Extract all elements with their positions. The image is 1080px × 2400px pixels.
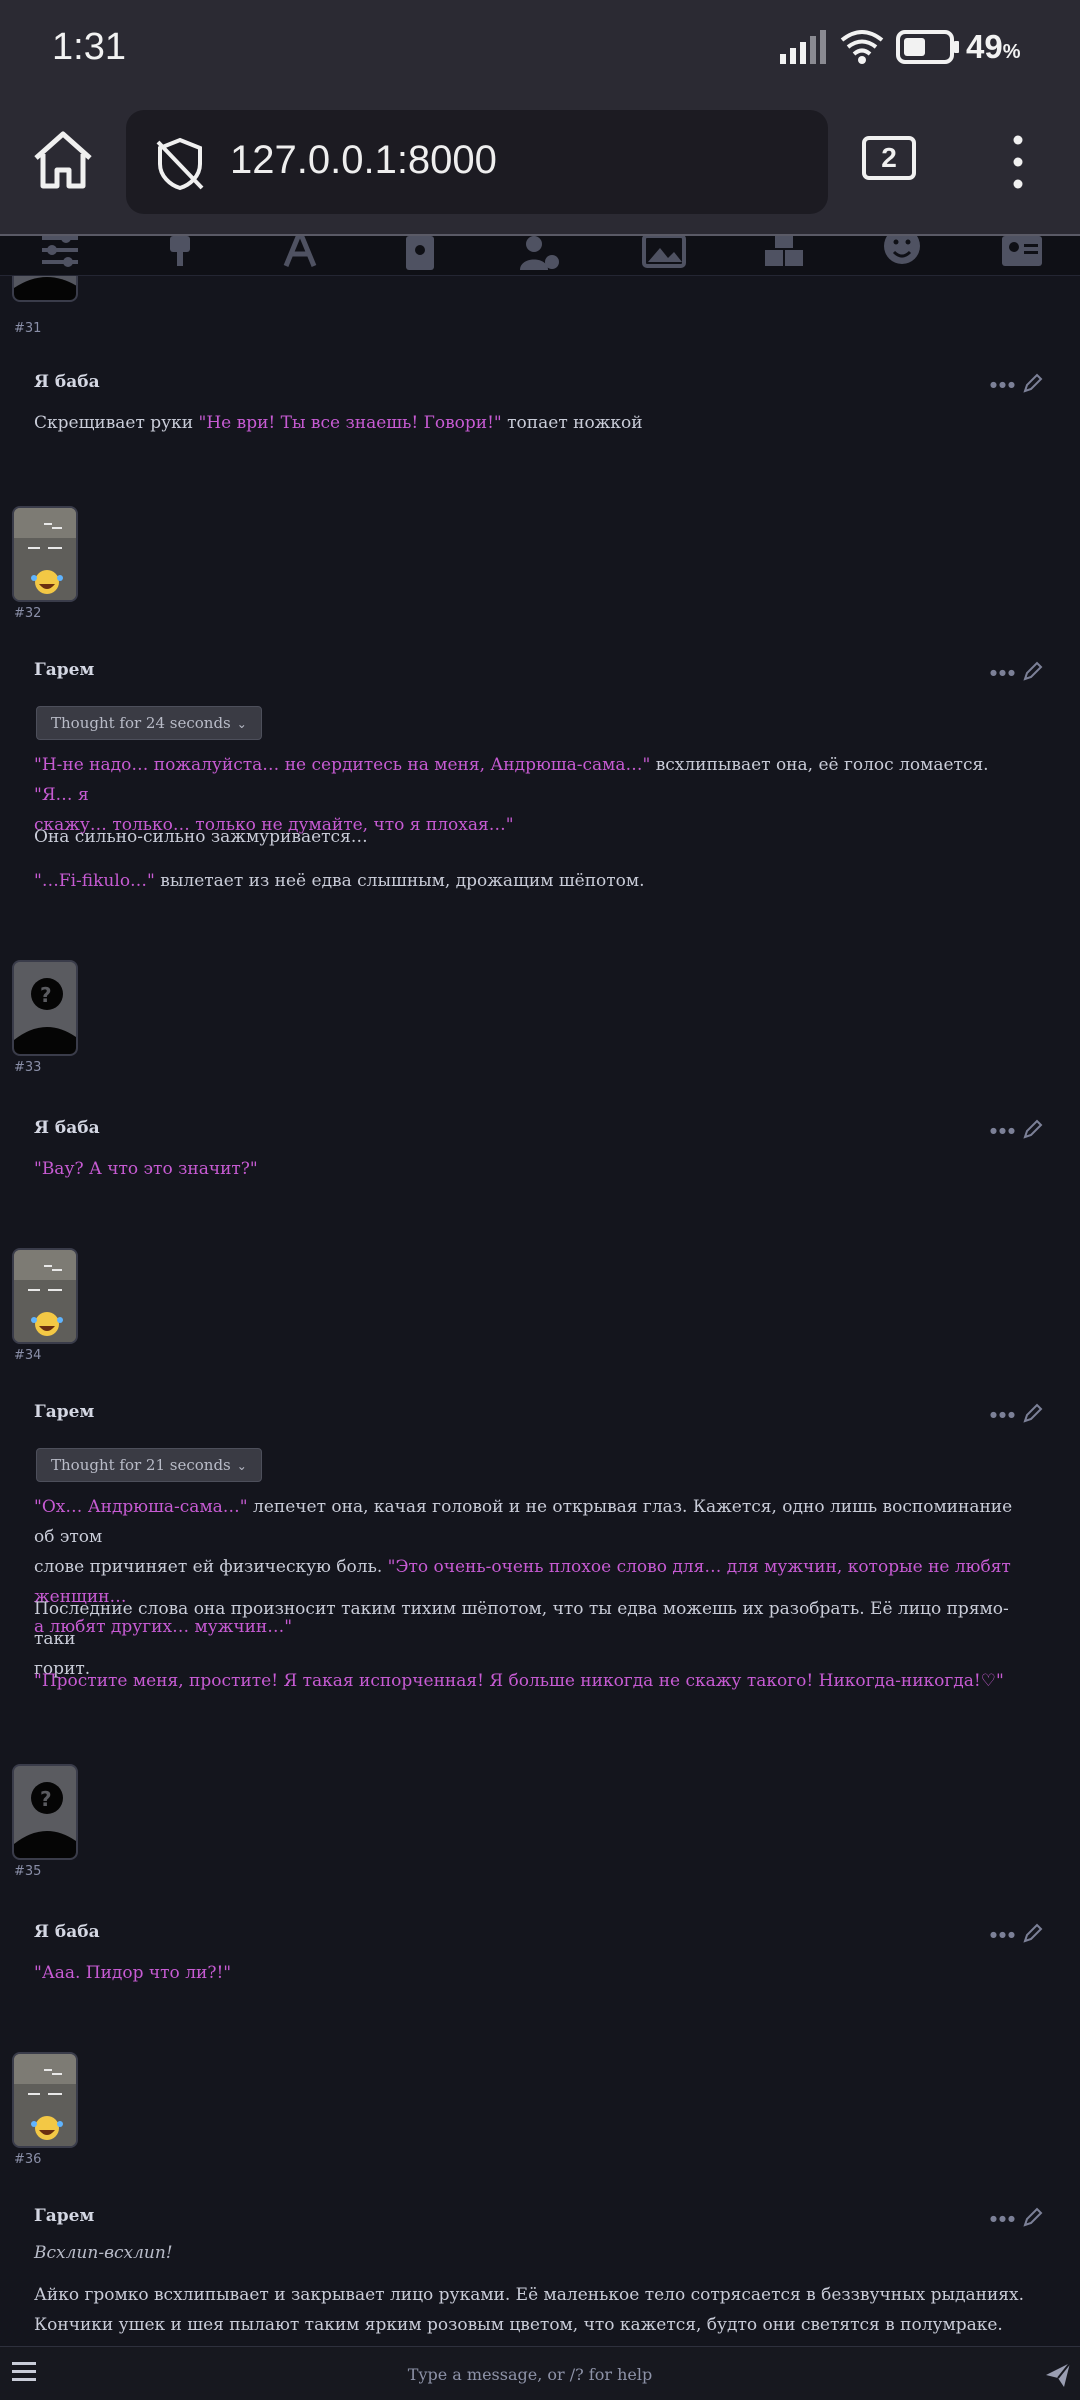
message-author: Я баба — [34, 1118, 100, 1138]
ellipsis-icon[interactable]: ●●● — [990, 1410, 1017, 1419]
options-menu-icon[interactable] — [12, 2361, 36, 2383]
thought-toggle[interactable]: Thought for 21 seconds ⌄ — [36, 1448, 262, 1482]
url-bar[interactable]: 127.0.0.1:8000 — [126, 110, 828, 214]
ellipsis-icon[interactable]: ●●● — [990, 668, 1017, 677]
more-menu-icon[interactable] — [998, 132, 1038, 192]
send-icon[interactable] — [1044, 2361, 1072, 2389]
chevron-down-icon: ⌄ — [236, 1459, 247, 1473]
message-text: "Ааа. Пидор что ли?!" — [34, 1963, 232, 1983]
message-text: "Вау? А что это значит?" — [34, 1159, 258, 1179]
edit-pencil-icon[interactable] — [1022, 660, 1044, 682]
status-time: 1:31 — [52, 26, 126, 68]
browser-toolbar: 127.0.0.1:8000 2 — [0, 96, 1080, 236]
id-card-icon[interactable] — [1000, 236, 1044, 276]
avatar[interactable] — [12, 2052, 78, 2148]
plug-icon[interactable] — [158, 236, 202, 276]
signal-icon — [780, 30, 826, 64]
message-author: Гарем — [34, 2206, 95, 2226]
user-gear-icon[interactable] — [518, 236, 562, 276]
message-input[interactable] — [60, 2355, 1000, 2393]
chevron-down-icon: ⌄ — [236, 717, 247, 731]
battery-icon — [896, 30, 959, 64]
status-bar: 1:31 49% — [0, 0, 1080, 96]
avatar[interactable] — [12, 276, 78, 302]
message-text: Всхлип-всхлип! — [34, 2243, 173, 2263]
edit-pencil-icon[interactable] — [1022, 372, 1044, 394]
chat-area[interactable]: #31 Я баба ●●● Скрещивает руки "Не ври! … — [0, 276, 1080, 2346]
message-id: #34 — [14, 1348, 42, 1363]
smiley-icon[interactable] — [880, 236, 924, 276]
message-author: Я баба — [34, 372, 100, 392]
shield-slash-icon[interactable] — [152, 136, 208, 192]
image-icon[interactable] — [642, 236, 686, 276]
tabs-button[interactable]: 2 — [862, 136, 916, 180]
message-id: #36 — [14, 2152, 42, 2167]
message-actions: ●●● — [990, 1922, 1050, 1946]
cubes-icon[interactable] — [762, 236, 806, 276]
home-button[interactable] — [30, 128, 96, 194]
message-actions: ●●● — [990, 660, 1050, 684]
message-author: Я баба — [34, 1922, 100, 1942]
sliders-icon[interactable] — [38, 236, 82, 276]
message-id: #31 — [14, 321, 42, 336]
book-icon[interactable] — [398, 236, 442, 276]
send-form — [0, 2346, 1080, 2400]
message-text: Она сильно-сильно зажмуривается… — [34, 827, 368, 847]
edit-pencil-icon[interactable] — [1022, 1402, 1044, 1424]
message-id: #32 — [14, 606, 42, 621]
message-actions: ●●● — [990, 372, 1050, 396]
message-author: Гарем — [34, 1402, 95, 1422]
message-text: Скрещивает руки "Не ври! Ты все знаешь! … — [34, 413, 643, 433]
svg-text:?: ? — [40, 1787, 52, 1811]
message-text: "…Fi-fikulo…" вылетает из неё едва слышн… — [34, 871, 645, 891]
ellipsis-icon[interactable]: ●●● — [990, 1930, 1017, 1939]
avatar[interactable] — [12, 1248, 78, 1344]
message-text: Айко громко всхлипывает и закрывает лицо… — [34, 2285, 1025, 2335]
svg-text:?: ? — [40, 983, 52, 1007]
edit-pencil-icon[interactable] — [1022, 1922, 1044, 1944]
battery-percent: 49% — [966, 28, 1021, 65]
message-text: "Простите меня, простите! Я такая испорч… — [34, 1671, 1004, 1691]
avatar[interactable]: ? — [12, 1764, 78, 1860]
edit-pencil-icon[interactable] — [1022, 2206, 1044, 2228]
message-id: #35 — [14, 1864, 42, 1879]
message-id: #33 — [14, 1060, 42, 1075]
avatar[interactable]: ? — [12, 960, 78, 1056]
font-icon[interactable] — [278, 236, 322, 276]
wifi-icon — [840, 30, 884, 64]
ellipsis-icon[interactable]: ●●● — [990, 2214, 1017, 2223]
url-text[interactable]: 127.0.0.1:8000 — [230, 138, 497, 183]
message-actions: ●●● — [990, 1402, 1050, 1426]
message-actions: ●●● — [990, 2206, 1050, 2230]
avatar[interactable] — [12, 506, 78, 602]
thought-toggle[interactable]: Thought for 24 seconds ⌄ — [36, 706, 262, 740]
message-author: Гарем — [34, 660, 95, 680]
app-top-bar — [0, 236, 1080, 276]
edit-pencil-icon[interactable] — [1022, 1118, 1044, 1140]
ellipsis-icon[interactable]: ●●● — [990, 380, 1017, 389]
message-actions: ●●● — [990, 1118, 1050, 1142]
ellipsis-icon[interactable]: ●●● — [990, 1126, 1017, 1135]
